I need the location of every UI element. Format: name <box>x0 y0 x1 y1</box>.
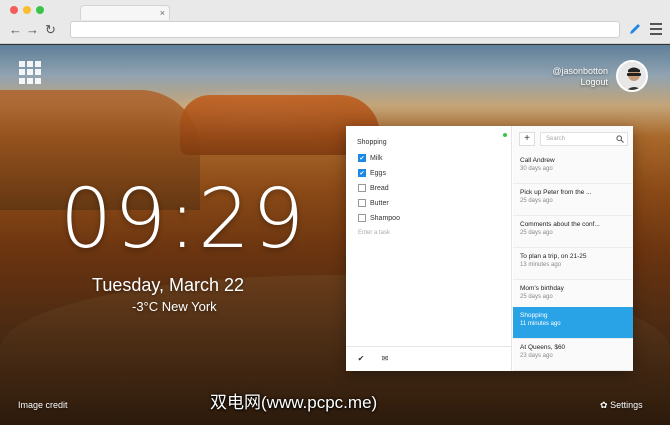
checkbox[interactable] <box>358 199 366 207</box>
check-icon[interactable]: ✔ <box>354 353 368 365</box>
maximize-window-button[interactable] <box>36 6 44 14</box>
clock: 09:29 <box>60 172 307 267</box>
task-list-pane: Shopping ✔ Milk ✔ Eggs Bread Butter Sham… <box>346 126 512 371</box>
note-item[interactable]: At Queens, $60 23 days ago <box>513 339 633 371</box>
new-task-input[interactable]: Enter a task <box>358 230 390 236</box>
task-label: Bread <box>370 184 389 192</box>
task-label: Milk <box>370 154 383 162</box>
weather-text: -3°C New York <box>132 299 217 314</box>
checkbox[interactable] <box>358 214 366 222</box>
user-info: @jasonbotton Logout <box>552 66 608 88</box>
back-icon[interactable]: ← <box>9 22 22 38</box>
checkbox-checked[interactable]: ✔ <box>358 169 366 177</box>
user-handle: @jasonbotton <box>552 66 608 76</box>
address-bar[interactable] <box>70 21 620 38</box>
notes-pane: + Search Call Andrew 30 days ago Pick up … <box>513 126 633 371</box>
task-label: Shampoo <box>370 214 400 222</box>
minimize-window-button[interactable] <box>23 6 31 14</box>
gear-icon: ✿ <box>600 400 608 410</box>
sync-status-dot <box>503 133 507 137</box>
note-item[interactable]: To plan a trip, on 21-25 13 minutes ago <box>513 248 633 280</box>
forward-icon[interactable]: → <box>26 22 39 38</box>
task-toolbar: ✔ ✉ <box>346 346 512 371</box>
list-title: Shopping <box>357 139 387 146</box>
settings-button[interactable]: ✿ Settings <box>600 400 643 411</box>
avatar[interactable] <box>616 60 648 92</box>
browser-chrome: × ← → ↻ <box>0 0 670 44</box>
task-label: Butter <box>370 199 389 207</box>
todo-panel: Shopping ✔ Milk ✔ Eggs Bread Butter Sham… <box>346 126 633 371</box>
note-item[interactable]: Call Andrew 30 days ago <box>513 152 633 184</box>
logout-link[interactable]: Logout <box>552 77 608 88</box>
note-item[interactable]: Pick up Peter from the ... 25 days ago <box>513 184 633 216</box>
task-item[interactable]: Bread <box>358 182 389 194</box>
date-text: Tuesday, March 22 <box>92 275 245 295</box>
task-item[interactable]: ✔ Milk <box>358 152 382 164</box>
menu-icon[interactable] <box>650 23 662 35</box>
checkbox-checked[interactable]: ✔ <box>358 154 366 162</box>
mail-icon[interactable]: ✉ <box>378 353 392 365</box>
note-item[interactable]: Comments about the conf... 25 days ago <box>513 216 633 248</box>
search-input[interactable]: Search <box>540 132 628 146</box>
add-note-button[interactable]: + <box>519 132 535 146</box>
apps-grid-icon[interactable] <box>19 61 42 84</box>
pencil-icon[interactable] <box>628 22 642 36</box>
task-item[interactable]: ✔ Eggs <box>358 167 386 179</box>
task-label: Eggs <box>370 169 386 177</box>
task-item[interactable]: Shampoo <box>358 212 400 224</box>
checkbox[interactable] <box>358 184 366 192</box>
watermark: 双电网(www.pcpc.me) <box>210 393 378 412</box>
close-window-button[interactable] <box>10 6 18 14</box>
note-item-active[interactable]: Shopping 11 minutes ago <box>513 307 633 339</box>
search-icon <box>616 135 624 143</box>
image-credit-link[interactable]: Image credit <box>18 400 68 410</box>
task-item[interactable]: Butter <box>358 197 389 209</box>
tab-close-icon[interactable]: × <box>160 6 165 20</box>
settings-label: Settings <box>610 400 643 410</box>
reload-icon[interactable]: ↻ <box>45 22 56 38</box>
browser-tab[interactable]: × <box>80 5 170 20</box>
